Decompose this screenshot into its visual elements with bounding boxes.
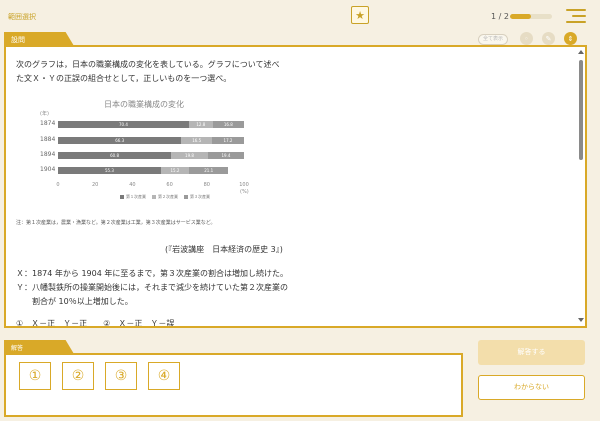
choice-2-button[interactable]: ②	[62, 362, 94, 390]
x-tick-label: 100	[239, 182, 249, 188]
choice-4-button[interactable]: ④	[148, 362, 180, 390]
bar-segment: 15.2	[160, 167, 190, 174]
dont-know-button[interactable]: わからない	[478, 375, 585, 400]
chart-xlabel: (%)	[240, 189, 249, 195]
show-all-button[interactable]: 全て表示	[478, 34, 508, 45]
progress-fill	[510, 14, 531, 19]
bar-row: 55.3 15.2 21.1	[58, 167, 229, 174]
star-icon[interactable]: ★	[351, 6, 369, 24]
pen-icon[interactable]: ✎	[542, 32, 555, 45]
scrollbar[interactable]	[578, 50, 584, 322]
legend-item: 第１次産業	[120, 194, 146, 200]
bar-segment: 66.3	[58, 137, 182, 144]
statement-y-line-2: 割合が 10％以上増加した。	[16, 297, 133, 306]
question-text-line-2: た文Ｘ・Ｙの正誤の組合せとして，正しいものを一つ選べ。	[16, 74, 232, 83]
legend-item: 第３次産業	[184, 194, 210, 200]
bar-segment: 16.8	[212, 121, 244, 128]
legend-swatch	[152, 194, 156, 199]
expand-icon[interactable]: ⇕	[564, 32, 577, 45]
scroll-up-arrow[interactable]	[578, 50, 584, 54]
question-text-line-1: 次のグラフは，日本の職業構成の変化を表している。グラフについて述べ	[16, 60, 280, 69]
chart-note: 注：第１次産業は，農業・漁業など。第２次産業は工業，第３次産業はサービス業など。	[16, 220, 216, 226]
chart-title: 日本の職業構成の変化	[104, 100, 184, 109]
scroll-thumb[interactable]	[579, 60, 583, 160]
x-tick-label: 60	[166, 182, 173, 188]
bar-segment: 70.4	[58, 121, 189, 128]
y-tick-label: 1904	[40, 166, 56, 173]
progress-bar	[510, 14, 552, 19]
x-tick-label: 20	[92, 182, 99, 188]
chart-source: (『岩波講座 日本経済の歴史 3』)	[165, 245, 283, 254]
answer-tab: 解答	[4, 340, 74, 354]
statement-y-line-1: Ｙ：八幡製鉄所の操業開始後には，それまで減少を続けていた第２次産業の	[16, 283, 288, 292]
x-tick-label: 40	[129, 182, 136, 188]
y-tick-label: 1874	[40, 120, 56, 127]
bar-segment: 19.4	[207, 152, 244, 159]
bar-row: 66.3 16.5 17.2	[58, 137, 244, 144]
progress-text: 1 / 2	[491, 12, 509, 21]
legend-item: 第２次産業	[152, 194, 178, 200]
bar-segment: 21.1	[189, 167, 229, 174]
bar-segment: 55.3	[58, 167, 161, 174]
options-row: ① Ｘ－正 Ｙ－正 ② Ｘ－正 Ｙ－誤	[16, 319, 175, 326]
bar-segment: 17.2	[212, 137, 244, 144]
bar-segment: 19.8	[171, 152, 208, 159]
chart-legend: 第１次産業 第２次産業 第３次産業	[120, 194, 210, 200]
y-tick-label: 1884	[40, 136, 56, 143]
legend-swatch	[120, 194, 124, 199]
y-tick-label: 1894	[40, 151, 56, 158]
bar-segment: 12.8	[188, 121, 213, 128]
chart-ylabel: (年)	[40, 111, 49, 117]
legend-swatch	[184, 194, 188, 199]
breadcrumb[interactable]: 範囲選択	[8, 12, 36, 22]
bar-segment: 16.5	[181, 137, 212, 144]
x-tick-label: 0	[56, 182, 60, 188]
bar-row: 60.8 19.8 19.4	[58, 152, 244, 159]
choice-1-button[interactable]: ①	[19, 362, 51, 390]
question-tab: 設問	[4, 32, 74, 46]
eraser-icon[interactable]: ◦	[520, 32, 533, 45]
bar-segment: 60.8	[58, 152, 172, 159]
bar-row: 70.4 12.8 16.8	[58, 121, 244, 128]
submit-answer-button[interactable]: 解答する	[478, 340, 585, 365]
x-tick-label: 80	[203, 182, 210, 188]
menu-icon[interactable]	[566, 9, 586, 25]
statement-x: Ｘ：1874 年から 1904 年に至るまで，第３次産業の割合は増加し続けた。	[16, 269, 289, 278]
scroll-down-arrow[interactable]	[578, 318, 584, 322]
top-bar: 範囲選択 ★ 1 / 2	[0, 0, 600, 32]
choice-3-button[interactable]: ③	[105, 362, 137, 390]
